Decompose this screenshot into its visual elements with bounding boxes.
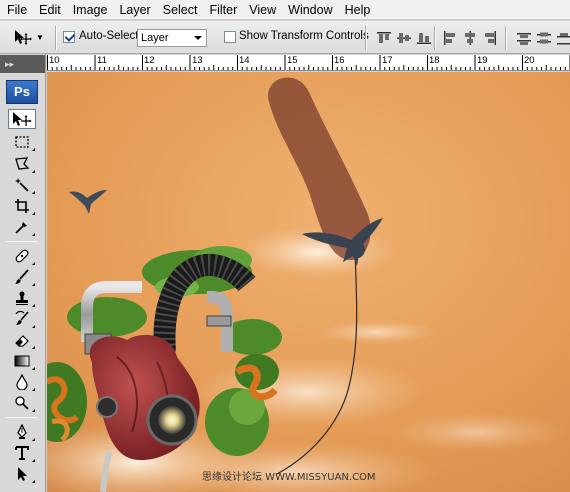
show-transform-label: Show Transform Controls xyxy=(239,30,369,42)
align-left-edges-icon[interactable] xyxy=(442,30,458,46)
polygonal-lasso-icon xyxy=(15,157,30,170)
ruler-label: 14 xyxy=(239,55,250,66)
toolbox-divider xyxy=(6,241,38,242)
ruler-label: 11 xyxy=(97,55,107,66)
separator xyxy=(55,26,57,50)
auto-select-checkbox[interactable] xyxy=(63,31,75,43)
move-tool[interactable] xyxy=(8,109,36,129)
menu-bar: File Edit Image Layer Select Filter View… xyxy=(0,0,570,20)
magic-wand-icon xyxy=(15,178,29,192)
document-canvas[interactable] xyxy=(47,72,570,492)
menu-file[interactable]: File xyxy=(4,0,33,20)
type-tool[interactable] xyxy=(8,443,36,463)
align-right-edges-icon[interactable] xyxy=(482,30,498,46)
marquee-tool[interactable] xyxy=(8,132,36,152)
align-vertical-centers-icon[interactable] xyxy=(396,30,412,46)
menu-image[interactable]: Image xyxy=(67,0,114,20)
move-tool-icon xyxy=(13,112,32,126)
history-brush-icon xyxy=(15,311,29,325)
pen-icon xyxy=(17,424,27,439)
brush-icon xyxy=(15,269,29,284)
ruler-label: 10 xyxy=(49,55,60,66)
watermark: 思缘设计论坛 WWW.MISSYUAN.COM xyxy=(202,472,376,483)
ruler-label: 17 xyxy=(382,55,393,66)
separator xyxy=(505,26,507,50)
gradient-tool[interactable] xyxy=(8,351,36,371)
magic-wand-tool[interactable] xyxy=(8,175,36,195)
options-bar: ▼ Auto-Select: Layer Show Transform Cont… xyxy=(0,21,570,54)
ruler-ticks xyxy=(47,55,570,70)
healing-brush-tool[interactable] xyxy=(8,246,36,266)
ruler-label: 12 xyxy=(144,55,155,66)
history-brush-tool[interactable] xyxy=(8,309,36,329)
ruler-label: 18 xyxy=(429,55,440,66)
gradient-icon xyxy=(14,355,30,367)
artwork xyxy=(47,72,570,492)
show-transform-checkbox[interactable] xyxy=(224,31,236,43)
eyedropper-icon xyxy=(15,222,27,234)
toolbox-divider xyxy=(6,417,38,418)
bandage-icon xyxy=(15,249,29,263)
align-bottom-edges-icon[interactable] xyxy=(416,30,432,46)
menu-layer[interactable]: Layer xyxy=(113,0,156,20)
crop-tool[interactable] xyxy=(8,196,36,216)
brush-tool[interactable] xyxy=(8,267,36,287)
ruler-label: 20 xyxy=(524,55,535,66)
ruler-label: 19 xyxy=(477,55,488,66)
crop-icon xyxy=(15,199,29,213)
tool-preset-picker[interactable]: ▼ xyxy=(12,27,48,47)
path-selection-tool[interactable] xyxy=(8,464,36,484)
ruler-label: 15 xyxy=(287,55,298,66)
separator xyxy=(365,26,367,50)
distribute-top-edges-icon[interactable] xyxy=(516,30,532,46)
menu-edit[interactable]: Edit xyxy=(33,0,67,20)
stamp-icon xyxy=(16,291,28,305)
pen-tool[interactable] xyxy=(8,422,36,442)
drop-icon xyxy=(16,374,28,390)
menu-help[interactable]: Help xyxy=(339,0,377,20)
separator xyxy=(434,26,436,50)
dodge-tool[interactable] xyxy=(8,393,36,413)
menu-window[interactable]: Window xyxy=(282,0,338,20)
rectangular-marquee-icon xyxy=(15,136,29,148)
chevron-down-icon: ▼ xyxy=(36,32,44,42)
distribute-vertical-centers-icon[interactable] xyxy=(536,30,552,46)
menu-view[interactable]: View xyxy=(243,0,282,20)
eyedropper-tool[interactable] xyxy=(8,217,36,237)
panel-grip[interactable]: ▸▸ xyxy=(0,55,45,73)
align-horizontal-centers-icon[interactable] xyxy=(462,30,478,46)
move-tool-icon xyxy=(15,30,32,45)
tools-panel: ▸▸ Ps xyxy=(0,55,46,492)
auto-select-target-value: Layer xyxy=(141,32,169,44)
clone-stamp-tool[interactable] xyxy=(8,288,36,308)
auto-select-target-dropdown[interactable]: Layer xyxy=(137,29,207,47)
dodge-icon xyxy=(15,396,29,410)
menu-select[interactable]: Select xyxy=(157,0,204,20)
lasso-tool[interactable] xyxy=(8,154,36,174)
ruler-label: 13 xyxy=(192,55,203,66)
ps-logo: Ps xyxy=(6,80,38,104)
eraser-tool[interactable] xyxy=(8,330,36,350)
ruler-label: 16 xyxy=(334,55,345,66)
eraser-icon xyxy=(15,335,29,347)
align-top-edges-icon[interactable] xyxy=(376,30,392,46)
blur-tool[interactable] xyxy=(8,372,36,392)
distribute-bottom-edges-icon[interactable] xyxy=(556,30,570,46)
menu-filter[interactable]: Filter xyxy=(203,0,243,20)
chevron-down-icon xyxy=(194,36,202,40)
type-icon xyxy=(15,446,29,460)
auto-select-label: Auto-Select: xyxy=(79,30,142,42)
horizontal-ruler: 10 11 12 13 14 15 16 17 18 19 20 xyxy=(47,55,570,71)
path-selection-icon xyxy=(18,467,27,481)
